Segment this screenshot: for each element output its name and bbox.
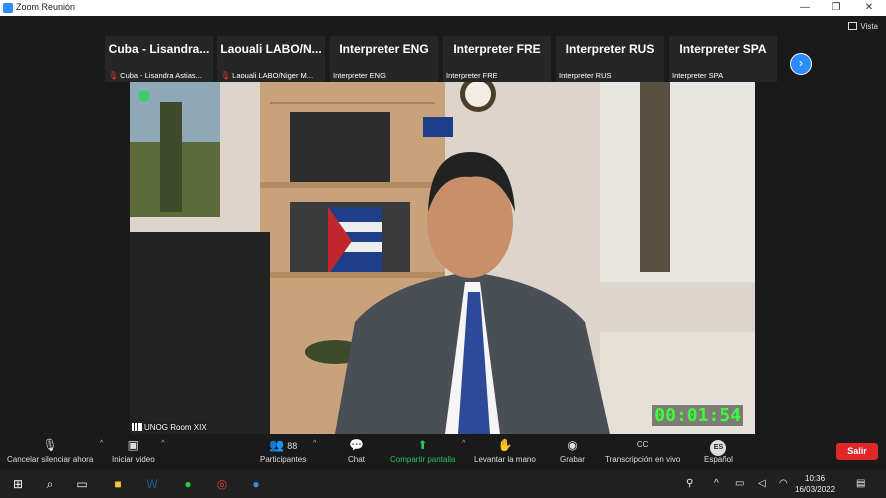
participant-name: Interpreter ENG [339,42,429,56]
zoom-app-icon [3,3,13,13]
video-off-icon: ▣ [127,438,140,452]
restore-button[interactable]: ❐ [822,0,850,16]
participant-tile[interactable]: Interpreter FRE Interpreter FRE [443,36,551,82]
participant-tile[interactable]: Interpreter SPA Interpreter SPA [669,36,777,82]
next-page-button[interactable]: › [790,53,812,75]
tray-chevron-icon[interactable]: ^ [714,474,719,494]
video-label: UNOG Room XIX [132,423,207,432]
cc-icon: CC [636,440,649,449]
raise-hand-button[interactable]: ✋ Levantar la mano [474,438,536,464]
chat-icon: 💬 [348,438,364,452]
language-code: ES [710,440,727,456]
chrome-icon[interactable]: ◎ [212,474,232,494]
muted-mic-icon: 🎙 [108,71,119,80]
participant-sublabel: 🎙 Laouali LABO/Niger M... [220,71,323,80]
record-button[interactable]: ◉ Grabar [560,438,585,464]
record-label: Grabar [560,455,585,464]
share-screen-icon: ⬆ [417,438,428,452]
muted-mic-icon: 🎙 [220,71,231,80]
close-button[interactable]: ✕ [855,0,883,16]
chat-button[interactable]: 💬 Chat [348,438,365,464]
hand-icon: ✋ [497,438,513,452]
system-clock[interactable]: 10:36 16/03/2022 [795,473,835,495]
participant-tile[interactable]: Interpreter ENG Interpreter ENG [330,36,438,82]
meeting-toolbar: 🎙 ^ Cancelar silenciar ahora ▣ ^ Iniciar… [0,434,886,470]
zoom-taskbar-icon[interactable]: ● [246,474,266,494]
shield-icon [139,91,149,102]
view-button[interactable]: Vista [848,22,878,31]
video-frame [130,82,755,434]
chevron-up-icon[interactable]: ^ [313,440,316,447]
participant-name: Interpreter RUS [565,42,655,56]
participant-sublabel-text: Laouali LABO/Niger M... [232,71,314,80]
muted-mic-icon: 🎙 [42,438,58,452]
language-icon: ES [704,438,733,456]
participant-sublabel: 🎙 Cuba - Lisandra Astias... [108,71,211,80]
participants-icon: 👥 88 [268,438,298,452]
meeting-stage: Vista Cuba - Lisandra... 🎙 Cuba - Lisandr… [0,16,886,434]
minimize-button[interactable]: — [791,0,819,16]
search-icon[interactable]: ⌕ [40,474,60,494]
wechat-icon[interactable]: ● [178,474,198,494]
volume-icon[interactable]: ◁ [758,474,766,494]
signal-icon [132,423,142,431]
video-label-text: UNOG Room XIX [144,423,207,432]
chevron-up-icon[interactable]: ^ [100,440,103,447]
word-icon[interactable]: W [142,474,162,494]
people-icon[interactable]: ⚲ [686,474,693,494]
window-title: Zoom Reunión [16,2,76,12]
language-button[interactable]: ES Español [704,438,733,464]
main-video[interactable]: UNOG Room XIX 00:01:54 [130,82,755,434]
participant-name: Cuba - Lisandra... [108,42,210,56]
participant-name: Laouali LABO/N... [220,42,322,56]
transcription-button[interactable]: CC Transcripción en vivo [605,438,680,464]
window-title-bar: Zoom Reunión — ❐ ✕ [0,0,886,16]
participant-name: Interpreter FRE [453,42,541,56]
language-label: Español [704,455,733,464]
participant-sublabel: Interpreter ENG [333,71,386,80]
grid-view-icon [848,22,858,30]
wifi-icon[interactable]: ◠ [779,474,788,494]
unmute-button[interactable]: 🎙 ^ Cancelar silenciar ahora [7,438,103,464]
participants-button[interactable]: 👥 88 ^ Participantes [260,438,316,464]
participants-label: Participantes [260,455,307,464]
start-video-button[interactable]: ▣ ^ Iniciar video [112,438,165,464]
raise-hand-label: Levantar la mano [474,455,536,464]
participant-tile[interactable]: Laouali LABO/N... 🎙 Laouali LABO/Niger M.… [217,36,325,82]
share-screen-button[interactable]: ⬆ ^ Compartir pantalla [390,438,465,464]
clock-time: 10:36 [805,474,826,483]
file-explorer-icon[interactable]: ■ [108,474,128,494]
participants-count: 88 [287,441,298,451]
participant-sublabel: Interpreter RUS [559,71,612,80]
participant-sublabel-text: Cuba - Lisandra Astias... [120,71,202,80]
notifications-icon[interactable]: ▤ [856,474,865,494]
transcription-label: Transcripción en vivo [605,455,681,464]
unmute-label: Cancelar silenciar ahora [7,455,94,464]
record-icon: ◉ [567,438,578,452]
video-timer: 00:01:54 [652,405,743,426]
task-view-icon[interactable]: ▭ [72,474,92,494]
leave-button[interactable]: Salir [836,443,878,460]
view-button-label: Vista [860,22,878,31]
battery-icon[interactable]: ▭ [735,474,744,494]
share-screen-label: Compartir pantalla [390,455,456,464]
participant-sublabel: Interpreter SPA [672,71,724,80]
chevron-up-icon[interactable]: ^ [462,440,465,447]
windows-taskbar: ⊞ ⌕ ▭ ■ W ● ◎ ● ⚲ ^ ▭ ◁ ◠ 10:36 16/03/20… [0,470,886,498]
chat-label: Chat [348,455,365,464]
participant-name: Interpreter SPA [679,42,767,56]
chevron-up-icon[interactable]: ^ [161,440,164,447]
participant-sublabel: Interpreter FRE [446,71,498,80]
chevron-right-icon: › [799,56,803,70]
clock-date: 16/03/2022 [795,485,836,494]
participant-tile[interactable]: Interpreter RUS Interpreter RUS [556,36,664,82]
windows-start-icon[interactable]: ⊞ [8,474,28,494]
start-video-label: Iniciar video [112,455,155,464]
participant-tile[interactable]: Cuba - Lisandra... 🎙 Cuba - Lisandra Asti… [105,36,213,82]
